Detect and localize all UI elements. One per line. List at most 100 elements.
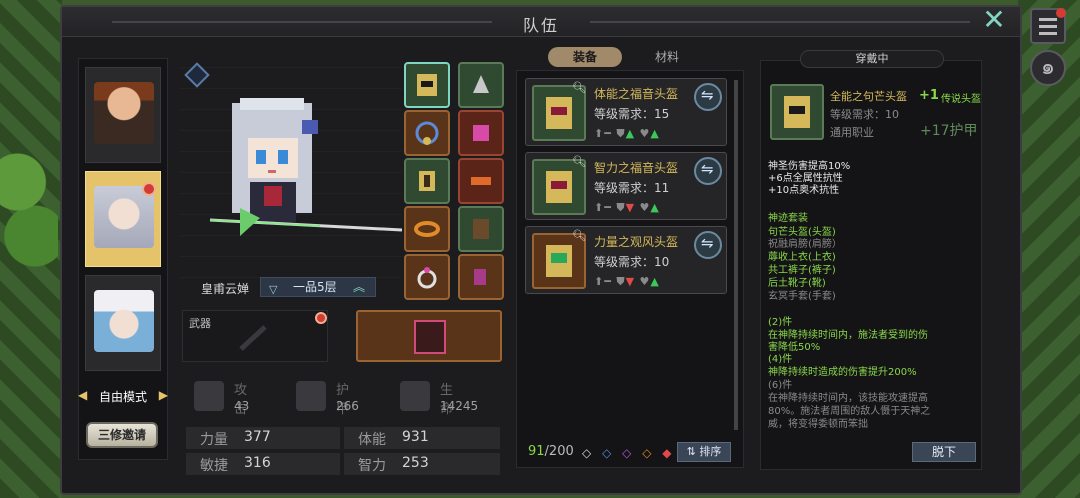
set-bonus-text: 威，将变得委顿而笨拙 bbox=[768, 419, 868, 430]
set-item: 句芒头盔(头盔) bbox=[768, 227, 836, 238]
item-requirement: 等级需求：10 bbox=[594, 255, 670, 269]
worn-title: 穿戴中 bbox=[800, 50, 944, 68]
skill-book-slot[interactable] bbox=[356, 310, 502, 362]
swirl-icon[interactable]: ๑ bbox=[1030, 50, 1066, 86]
filter-blue-icon[interactable]: ◇ bbox=[602, 446, 611, 460]
mode-prev-arrow-icon[interactable]: ◀ bbox=[78, 388, 87, 402]
item-name: 体能之福音头盔 bbox=[594, 87, 679, 101]
set-item: 后土靴子(靴) bbox=[768, 278, 826, 289]
worn-stat-line: +10点奥术抗性 bbox=[768, 185, 840, 196]
set-item: 蓐收上衣(上衣) bbox=[768, 252, 836, 263]
inventory-scrollbar[interactable] bbox=[734, 80, 738, 430]
worn-item-level: +1 bbox=[919, 88, 939, 103]
roster-portrait-1[interactable] bbox=[85, 67, 161, 163]
set-item: 祝融肩膀(肩膀） bbox=[768, 239, 842, 250]
inspect-icon[interactable]: 🔍︎ bbox=[572, 81, 586, 94]
sword-icon bbox=[239, 325, 267, 351]
set-bonus-text: 在神降持续时间内，施法者受到的伤 bbox=[768, 330, 928, 341]
rarity-filters[interactable]: ◇ ◇ ◇ ◇ ◆ bbox=[582, 446, 678, 460]
inventory-item[interactable]: 🔍︎ 智力之福音头盔 等级需求：11 ⬆━ ⛊▼ ♥▲ bbox=[525, 152, 727, 220]
inspect-icon[interactable]: 🔍︎ bbox=[572, 155, 586, 168]
set-bonus-title: (4)件 bbox=[768, 354, 793, 365]
worn-item-name: 全能之句芒头盔 bbox=[830, 90, 907, 103]
set-item: 玄冥手套(手套) bbox=[768, 291, 836, 302]
character-stats: 攻击 43 护甲 266 生命 14245 力量 377 体能 931 敏捷 3… bbox=[182, 373, 502, 477]
tab-materials[interactable]: 材料 bbox=[630, 47, 704, 67]
item-requirement: 等级需求：11 bbox=[594, 181, 670, 195]
tab-equipment[interactable]: 装备 bbox=[548, 47, 622, 67]
male-hero-avatar bbox=[94, 82, 154, 144]
slot-helmet[interactable] bbox=[404, 62, 450, 108]
attr-stamina: 体能 931 bbox=[344, 427, 500, 449]
item-compare-icons: ⬆━ ⛊▼ ♥▲ bbox=[594, 275, 660, 288]
slot-necklace[interactable] bbox=[404, 110, 450, 156]
inspect-icon[interactable]: 🔍︎ bbox=[572, 229, 586, 242]
worn-item-armor: +17护甲 bbox=[920, 123, 978, 139]
attr-intelligence: 智力 253 bbox=[344, 453, 500, 475]
filter-white-icon[interactable]: ◇ bbox=[582, 446, 591, 460]
roster-portrait-3[interactable] bbox=[85, 275, 161, 371]
captain-hat-heroine-avatar bbox=[94, 290, 154, 352]
character-name: 皇甫云婵 bbox=[200, 282, 249, 296]
slot-gloves[interactable] bbox=[458, 110, 504, 156]
inventory-item[interactable]: 🔍︎ 体能之福音头盔 等级需求：15 ⬆━ ⛊▲ ♥▲ bbox=[525, 78, 727, 146]
slot-boots[interactable] bbox=[458, 254, 504, 300]
inventory-item[interactable]: 🔍︎ 力量之观风头盔 等级需求：10 ⬆━ ⛊▼ ♥▲ bbox=[525, 226, 727, 294]
mode-label: 自由模式 bbox=[98, 390, 147, 404]
equip-swap-button[interactable] bbox=[694, 231, 722, 259]
item-requirement: 等级需求：15 bbox=[594, 107, 670, 121]
slot-belt[interactable] bbox=[458, 158, 504, 204]
item-name: 力量之观风头盔 bbox=[594, 235, 679, 249]
worn-item-rarity: 传说头盔 bbox=[941, 94, 981, 105]
mode-next-arrow-icon[interactable]: ▶ bbox=[159, 388, 168, 402]
worn-helmet-icon bbox=[770, 84, 824, 140]
worn-stat-line: 神圣伤害提高10% bbox=[768, 161, 851, 172]
tier-icon: ▽ bbox=[269, 283, 278, 296]
mode-selector[interactable]: ◀ 自由模式 ▶ bbox=[78, 386, 168, 406]
tier-badge: ▽ 一品5层 ︽ bbox=[260, 277, 376, 297]
invite-button[interactable]: 三修邀请 bbox=[86, 422, 158, 448]
set-item: 共工裤子(裤子) bbox=[768, 265, 836, 276]
filter-orange-icon[interactable]: ◇ bbox=[642, 446, 651, 460]
weapon-label: 武器 bbox=[189, 317, 211, 330]
worn-stat-line: +6点全属性抗性 bbox=[768, 173, 843, 184]
weapon-slot[interactable]: 武器 bbox=[182, 310, 328, 362]
filter-red-icon[interactable]: ◆ bbox=[662, 446, 671, 460]
title-bar: 队伍 bbox=[62, 7, 1020, 37]
attr-agility: 敏捷 316 bbox=[186, 453, 340, 475]
sort-button[interactable]: ⇅ 排序 bbox=[677, 442, 731, 462]
item-compare-icons: ⬆━ ⛊▼ ♥▲ bbox=[594, 201, 660, 214]
worn-item-requirement: 等级需求：10 bbox=[830, 108, 899, 121]
worn-item-class: 通用职业 bbox=[830, 126, 874, 139]
stat-attack-value: 43 bbox=[234, 399, 250, 413]
shield-stat-icon bbox=[296, 381, 326, 411]
take-off-button[interactable]: 脱下 bbox=[912, 442, 976, 462]
filter-purple-icon[interactable]: ◇ bbox=[622, 446, 631, 460]
health-cross-icon bbox=[400, 381, 430, 411]
slot-bracelet[interactable] bbox=[404, 206, 450, 252]
window-title: 队伍 bbox=[522, 16, 559, 35]
equip-swap-button[interactable] bbox=[694, 157, 722, 185]
menu-notification-dot bbox=[1056, 8, 1066, 18]
slot-pants[interactable] bbox=[458, 206, 504, 252]
slot-chest[interactable] bbox=[404, 158, 450, 204]
set-bonus-text: 神降持续时造成的伤害提升200% bbox=[768, 367, 917, 378]
close-button[interactable]: ✕ bbox=[980, 6, 1008, 34]
set-bonus-text: 在神降持续时间内，该技能攻速提高 bbox=[768, 393, 928, 404]
set-bonus-text: 80%。施法者周围的敌人慑于天神之 bbox=[768, 406, 931, 417]
equip-swap-button[interactable] bbox=[694, 83, 722, 111]
slot-shoulder[interactable] bbox=[458, 62, 504, 108]
stat-hp-value: 14245 bbox=[440, 399, 479, 413]
set-bonus-title: (2)件 bbox=[768, 317, 793, 328]
set-title: 神迹套装 bbox=[768, 213, 808, 224]
set-bonus-text: 害降低50% bbox=[768, 342, 821, 353]
character-stage bbox=[180, 58, 402, 298]
inventory-count: 91/200 bbox=[528, 444, 574, 459]
chevron-up-icon: ︽ bbox=[352, 280, 365, 294]
slot-ring[interactable] bbox=[404, 254, 450, 300]
notification-dot bbox=[142, 182, 156, 196]
stat-armor-value: 266 bbox=[336, 399, 359, 413]
character-sprite bbox=[209, 98, 402, 236]
weapon-notification-dot bbox=[315, 312, 327, 324]
attr-strength: 力量 377 bbox=[186, 427, 340, 449]
